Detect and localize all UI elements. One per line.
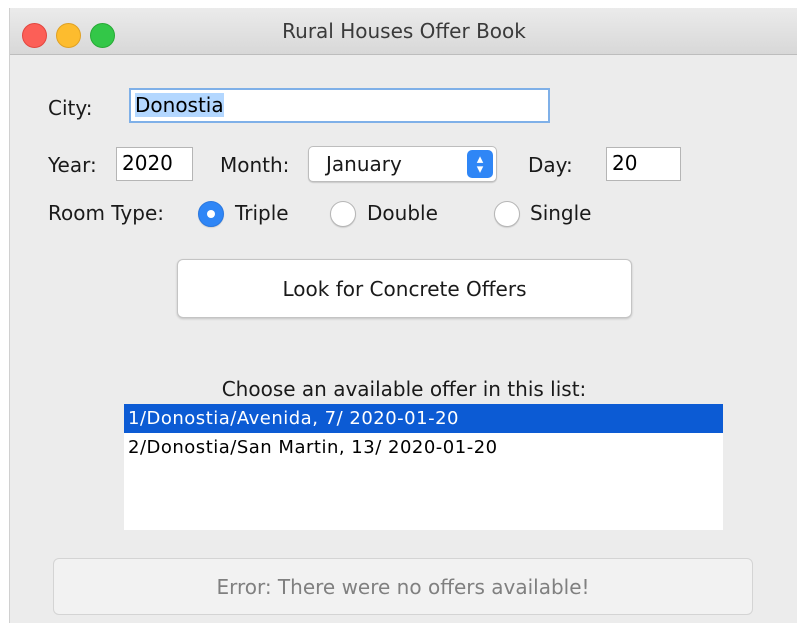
radio-single[interactable] bbox=[494, 201, 520, 227]
app-window: Rural Houses Offer Book City: Donostia Y… bbox=[9, 8, 797, 623]
radio-triple[interactable] bbox=[198, 201, 224, 227]
radio-single-label[interactable]: Single bbox=[530, 198, 591, 228]
city-label: City: bbox=[48, 96, 93, 120]
month-label: Month: bbox=[220, 153, 290, 177]
updown-arrows-icon[interactable]: ▴ ▾ bbox=[467, 150, 493, 178]
radio-triple-label[interactable]: Triple bbox=[235, 198, 289, 228]
offers-list-caption: Choose an available offer in this list: bbox=[221, 377, 587, 401]
radio-double[interactable] bbox=[330, 201, 356, 227]
month-select-value: January bbox=[326, 152, 402, 176]
title-bar[interactable]: Rural Houses Offer Book bbox=[10, 8, 797, 55]
city-input-value: Donostia bbox=[135, 93, 224, 117]
list-item[interactable]: 2/Donostia/San Martin, 13/ 2020-01-20 bbox=[124, 433, 723, 462]
year-input[interactable]: 2020 bbox=[116, 147, 193, 181]
offers-list[interactable]: 1/Donostia/Avenida, 7/ 2020-01-20 2/Dono… bbox=[124, 404, 723, 530]
day-label: Day: bbox=[528, 153, 573, 177]
day-input[interactable]: 20 bbox=[606, 147, 681, 181]
window-title: Rural Houses Offer Book bbox=[282, 19, 526, 43]
list-item[interactable]: 1/Donostia/Avenida, 7/ 2020-01-20 bbox=[124, 404, 723, 433]
look-for-offers-button[interactable]: Look for Concrete Offers bbox=[177, 259, 632, 318]
year-label: Year: bbox=[48, 153, 97, 177]
radio-double-label[interactable]: Double bbox=[367, 198, 438, 228]
month-select[interactable]: January ▴ ▾ bbox=[308, 146, 497, 182]
error-message: Error: There were no offers available! bbox=[53, 558, 753, 615]
city-input[interactable]: Donostia bbox=[129, 88, 550, 123]
room-type-label: Room Type: bbox=[48, 201, 164, 225]
